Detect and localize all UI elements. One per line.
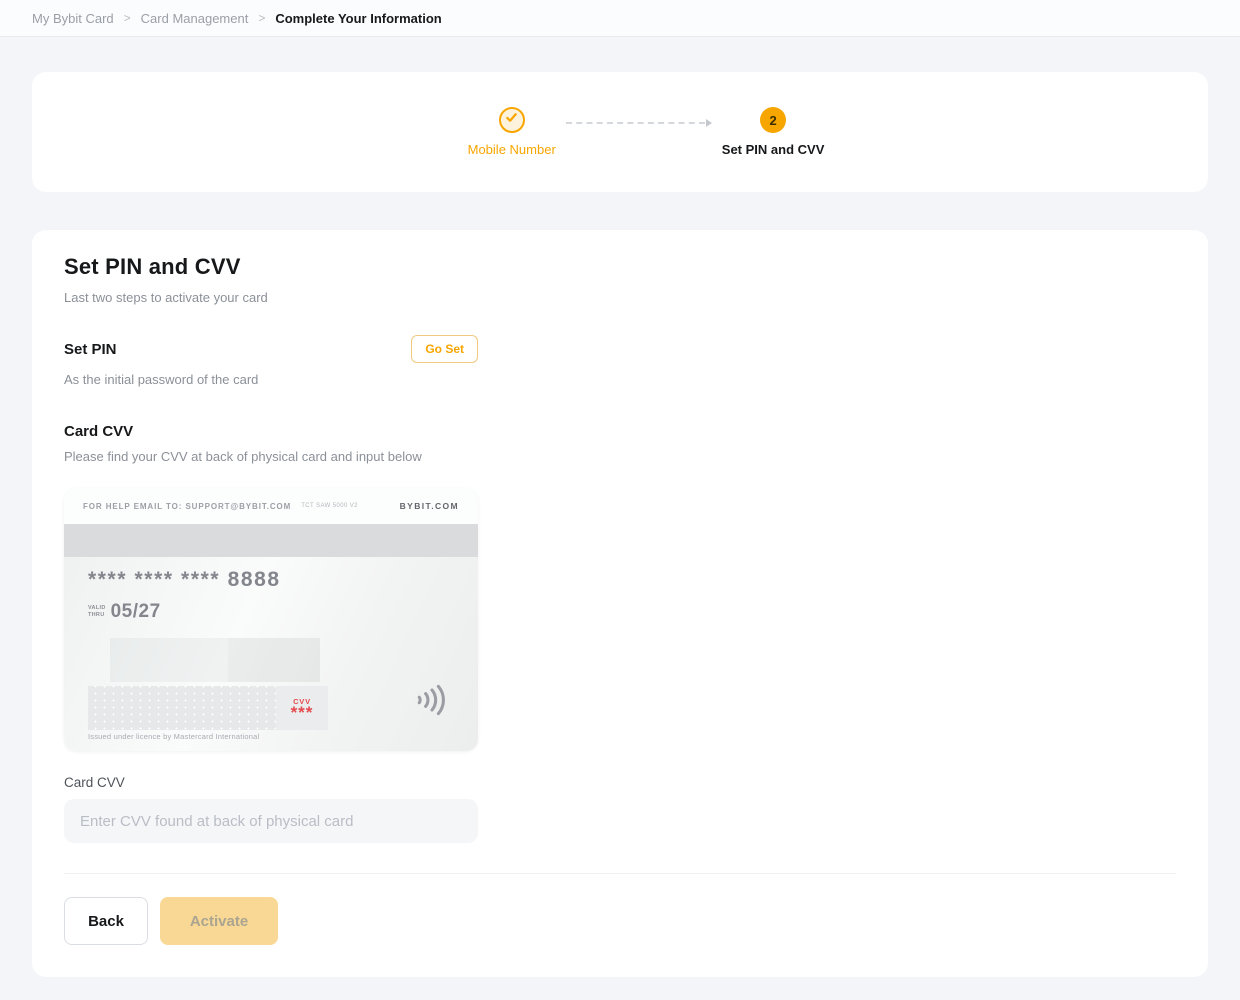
card-signature-strip: CVV *** — [88, 686, 328, 730]
set-pin-title: Set PIN — [64, 341, 117, 358]
page-title: Set PIN and CVV — [64, 254, 1176, 280]
card-expiry-date: 05/27 — [111, 601, 161, 623]
card-masked-number: **** **** **** 8888 — [88, 568, 281, 592]
cvv-input-label: Card CVV — [64, 775, 1176, 790]
step-label-mobile-number: Mobile Number — [468, 142, 556, 157]
page-subtitle: Last two steps to activate your card — [64, 290, 1176, 305]
breadcrumb: My Bybit Card > Card Management > Comple… — [32, 11, 442, 26]
card-cvv-section-description: Please find your CVV at back of physical… — [64, 449, 1176, 464]
step-mobile-number: Mobile Number — [468, 107, 556, 157]
cvv-input[interactable] — [64, 799, 478, 843]
card-cvv-masked-value: *** — [291, 708, 314, 718]
back-button[interactable]: Back — [64, 897, 148, 945]
card-brand-text: BYBIT.COM — [400, 501, 459, 511]
card-help-text: FOR HELP EMAIL TO: SUPPORT@BYBIT.COM — [83, 502, 291, 511]
stepper-connector — [556, 119, 722, 127]
step-set-pin-cvv: 2 Set PIN and CVV — [722, 107, 825, 157]
top-bar: My Bybit Card > Card Management > Comple… — [0, 0, 1240, 37]
step-current-circle: 2 — [760, 107, 786, 133]
step-label-set-pin-cvv: Set PIN and CVV — [722, 142, 825, 157]
stepper-dashed-line — [566, 122, 705, 124]
check-icon — [505, 111, 518, 129]
card-valid-thru-label: VALID THRU — [88, 605, 106, 619]
step-done-circle — [499, 107, 525, 133]
card-ghost-block — [228, 638, 320, 682]
breadcrumb-my-bybit-card[interactable]: My Bybit Card — [32, 11, 114, 26]
card-magnetic-stripe — [64, 524, 478, 557]
set-pin-description: As the initial password of the card — [64, 372, 1176, 387]
card-serial-text: TCT SAW 5000 V2 — [301, 503, 358, 509]
breadcrumb-current-page: Complete Your Information — [275, 11, 441, 26]
card-ghost-block — [110, 638, 228, 682]
step-number: 2 — [769, 113, 776, 128]
stepper: Mobile Number 2 Set PIN and CVV — [468, 107, 825, 157]
breadcrumb-separator-icon: > — [124, 11, 131, 25]
card-cvv-box: CVV *** — [276, 686, 328, 730]
activate-button[interactable]: Activate — [160, 897, 278, 945]
breadcrumb-separator-icon: > — [258, 11, 265, 25]
contactless-icon — [412, 680, 452, 725]
card-issuer-text: Issued under licence by Mastercard Inter… — [88, 732, 259, 741]
card-back-preview: FOR HELP EMAIL TO: SUPPORT@BYBIT.COM TCT… — [64, 488, 478, 751]
card-valid-thru: VALID THRU 05/27 — [88, 601, 161, 623]
arrow-right-icon — [706, 119, 712, 127]
footer-actions: Back Activate — [64, 897, 1176, 945]
breadcrumb-card-management[interactable]: Card Management — [141, 11, 249, 26]
footer-divider — [64, 873, 1176, 874]
card-cvv-section-title: Card CVV — [64, 423, 1176, 440]
stepper-panel: Mobile Number 2 Set PIN and CVV — [32, 72, 1208, 192]
card-top-strip: FOR HELP EMAIL TO: SUPPORT@BYBIT.COM TCT… — [64, 488, 478, 524]
go-set-button[interactable]: Go Set — [411, 335, 478, 363]
main-panel: Set PIN and CVV Last two steps to activa… — [32, 230, 1208, 977]
set-pin-row: Set PIN Go Set — [64, 335, 478, 363]
